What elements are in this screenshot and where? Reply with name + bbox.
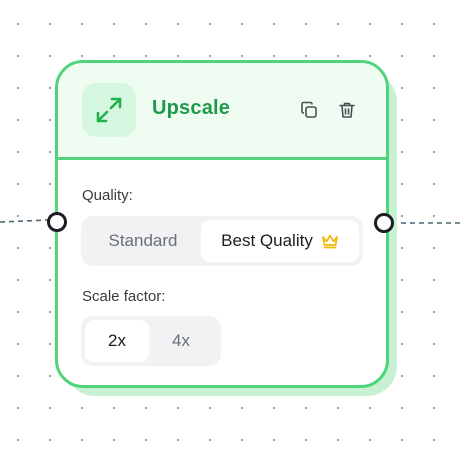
node-header: Upscale bbox=[58, 63, 386, 160]
scale-option-2x[interactable]: 2x bbox=[85, 320, 149, 362]
quality-option-best-label: Best Quality bbox=[221, 231, 313, 250]
workflow-canvas[interactable]: Upscale Quality: Standard Best Quality S… bbox=[0, 0, 463, 450]
output-port[interactable] bbox=[374, 213, 394, 233]
quality-option-best[interactable]: Best Quality bbox=[201, 220, 359, 262]
quality-option-standard-label: Standard bbox=[108, 231, 178, 250]
copy-button[interactable] bbox=[298, 99, 320, 121]
node-title: Upscale bbox=[152, 97, 231, 119]
input-port[interactable] bbox=[47, 212, 67, 232]
scale-factor-label: Scale factor: bbox=[82, 288, 166, 305]
incoming-edge bbox=[0, 219, 49, 223]
upscale-node[interactable]: Upscale Quality: Standard Best Quality S… bbox=[55, 60, 389, 388]
quality-label: Quality: bbox=[82, 187, 133, 204]
crown-icon bbox=[321, 233, 339, 249]
copy-icon bbox=[301, 101, 317, 118]
scale-option-4x[interactable]: 4x bbox=[149, 320, 213, 362]
quality-selector: Standard Best Quality bbox=[81, 216, 363, 266]
delete-button[interactable] bbox=[336, 99, 358, 121]
quality-option-standard[interactable]: Standard bbox=[85, 220, 201, 262]
expand-arrows-icon bbox=[82, 83, 136, 137]
trash-icon bbox=[339, 102, 355, 118]
scale-factor-selector: 2x 4x bbox=[81, 316, 221, 366]
